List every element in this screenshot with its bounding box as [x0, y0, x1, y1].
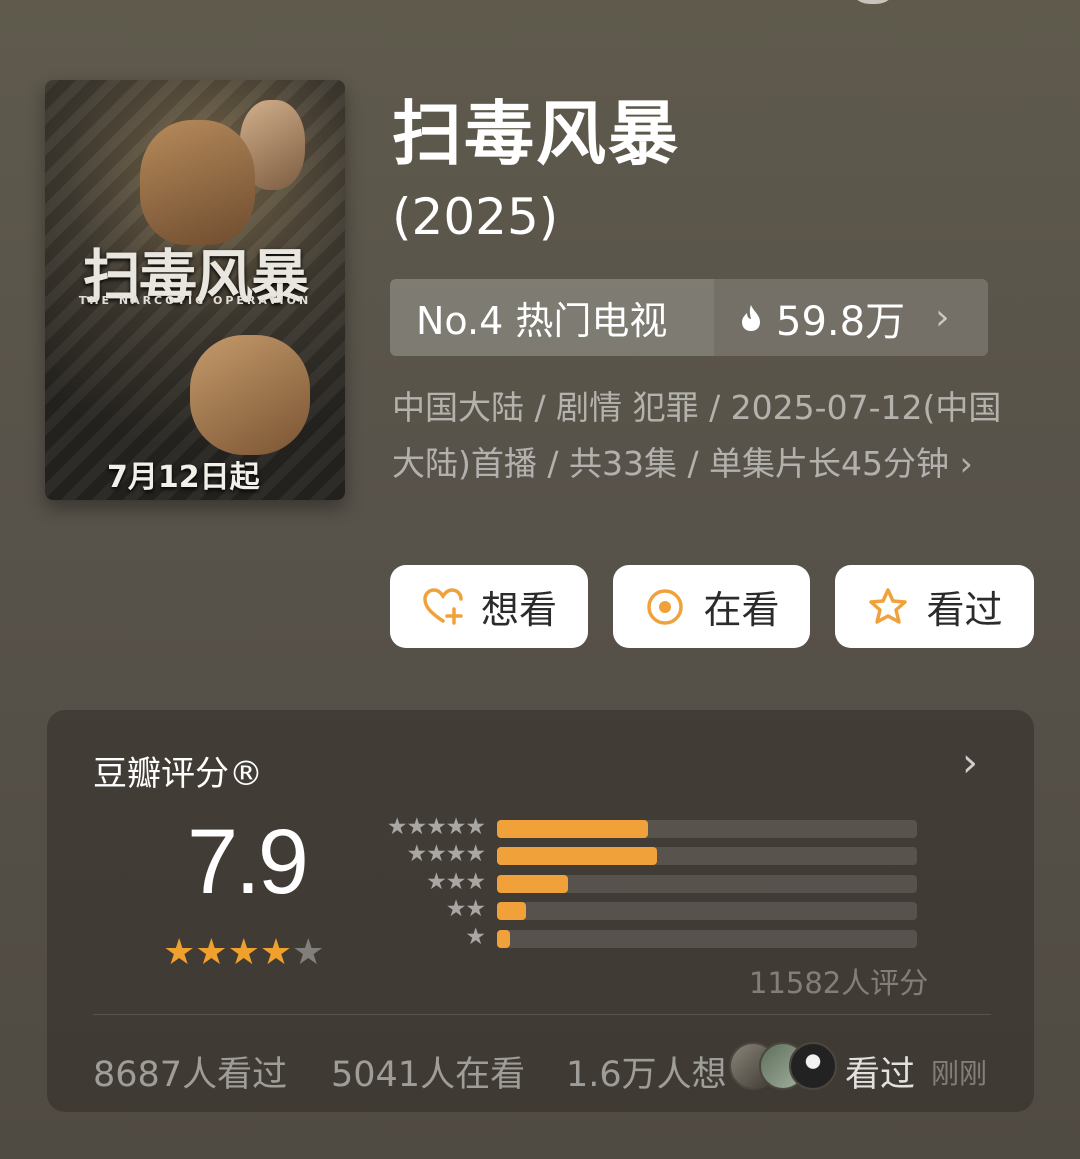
poster-image[interactable]: 扫毒风暴 THE NARCOTIC OPERATION 7月12日起	[45, 80, 345, 500]
heat-section: 59.8万 ›	[714, 279, 988, 356]
poster-date: 7月12日起	[107, 460, 260, 495]
star-outline-icon	[869, 587, 908, 624]
distribution-stars: ★★★★	[406, 841, 486, 867]
ratings-count: 11582人评分	[749, 966, 929, 1000]
chevron-right-icon: ›	[935, 297, 950, 338]
target-icon	[647, 588, 684, 625]
divider	[93, 1014, 991, 1015]
poster-figure	[190, 335, 310, 455]
star-filled-icon: ★	[195, 932, 228, 973]
meta-text: 中国大陆 / 剧情 犯罪 / 2025-07-12(中国大陆)首播 / 共33集…	[392, 388, 1002, 483]
star-filled-icon: ★	[227, 932, 260, 973]
watching-count[interactable]: 5041人在看	[331, 1046, 525, 1097]
friend-avatars[interactable]	[729, 1042, 839, 1090]
distribution-stars: ★★★★★	[386, 814, 486, 840]
distribution-stars: ★★	[445, 896, 486, 922]
distribution-row: ★★★★★	[377, 814, 917, 840]
watching-button[interactable]: 在看	[613, 565, 810, 648]
rating-stars: ★★★★★	[163, 932, 324, 973]
activity-label: 看过	[845, 1055, 916, 1095]
show-meta[interactable]: 中国大陆 / 剧情 犯罪 / 2025-07-12(中国大陆)首播 / 共33集…	[392, 380, 1032, 492]
distribution-bar	[497, 820, 649, 838]
want-button[interactable]: 想看	[390, 565, 588, 648]
distribution-bar	[497, 875, 569, 893]
distribution-row: ★★★	[377, 869, 917, 895]
heart-plus-icon	[423, 587, 463, 625]
wanted-count[interactable]: 1.6万人想	[566, 1046, 727, 1097]
chevron-right-icon: ›	[959, 444, 973, 483]
fire-icon	[742, 304, 760, 331]
rating-score: 7.9	[187, 811, 309, 913]
distribution-bar	[497, 847, 657, 865]
distribution-row: ★★★★	[377, 841, 917, 867]
star-filled-icon: ★	[163, 932, 196, 973]
chevron-right-icon[interactable]: ›	[962, 740, 978, 786]
poster-subtitle: THE NARCOTIC OPERATION	[78, 294, 312, 307]
distribution-stars: ★	[465, 924, 486, 950]
want-button-label: 想看	[480, 588, 557, 632]
heat-value: 59.8万	[776, 298, 906, 345]
poster-figure	[140, 120, 255, 245]
distribution-bar	[497, 930, 510, 948]
rating-card[interactable]: 豆瓣评分® › 7.9 ★★★★★ ★★★★★ ★★★★ ★★★ ★★ ★ 11582人…	[47, 710, 1034, 1112]
distribution-track	[497, 847, 917, 865]
rank-banner[interactable]: No.4 热门电视 59.8万 ›	[390, 279, 988, 356]
star-filled-icon: ★	[259, 932, 293, 973]
avatar	[789, 1042, 837, 1090]
activity-time: 刚刚	[931, 1057, 988, 1090]
distribution-track	[497, 820, 917, 838]
watching-button-label: 在看	[703, 588, 780, 632]
rank-label: No.4 热门电视	[390, 279, 714, 356]
page-title: 扫毒风暴	[392, 93, 680, 175]
top-indicator	[848, 0, 898, 4]
distribution-track	[497, 875, 917, 893]
release-year: (2025)	[392, 188, 559, 246]
watched-button[interactable]: 看过	[835, 565, 1034, 648]
distribution-bar	[497, 902, 527, 920]
distribution-track	[497, 902, 917, 920]
distribution-row: ★★	[377, 896, 917, 922]
distribution-track	[497, 930, 917, 948]
rating-title: 豆瓣评分®	[93, 754, 263, 794]
distribution-row: ★	[377, 924, 917, 950]
watched-button-label: 看过	[926, 588, 1003, 632]
distribution-stars: ★★★	[426, 869, 486, 895]
star-empty-icon: ★	[292, 932, 325, 973]
watched-count[interactable]: 8687人看过	[93, 1046, 287, 1097]
